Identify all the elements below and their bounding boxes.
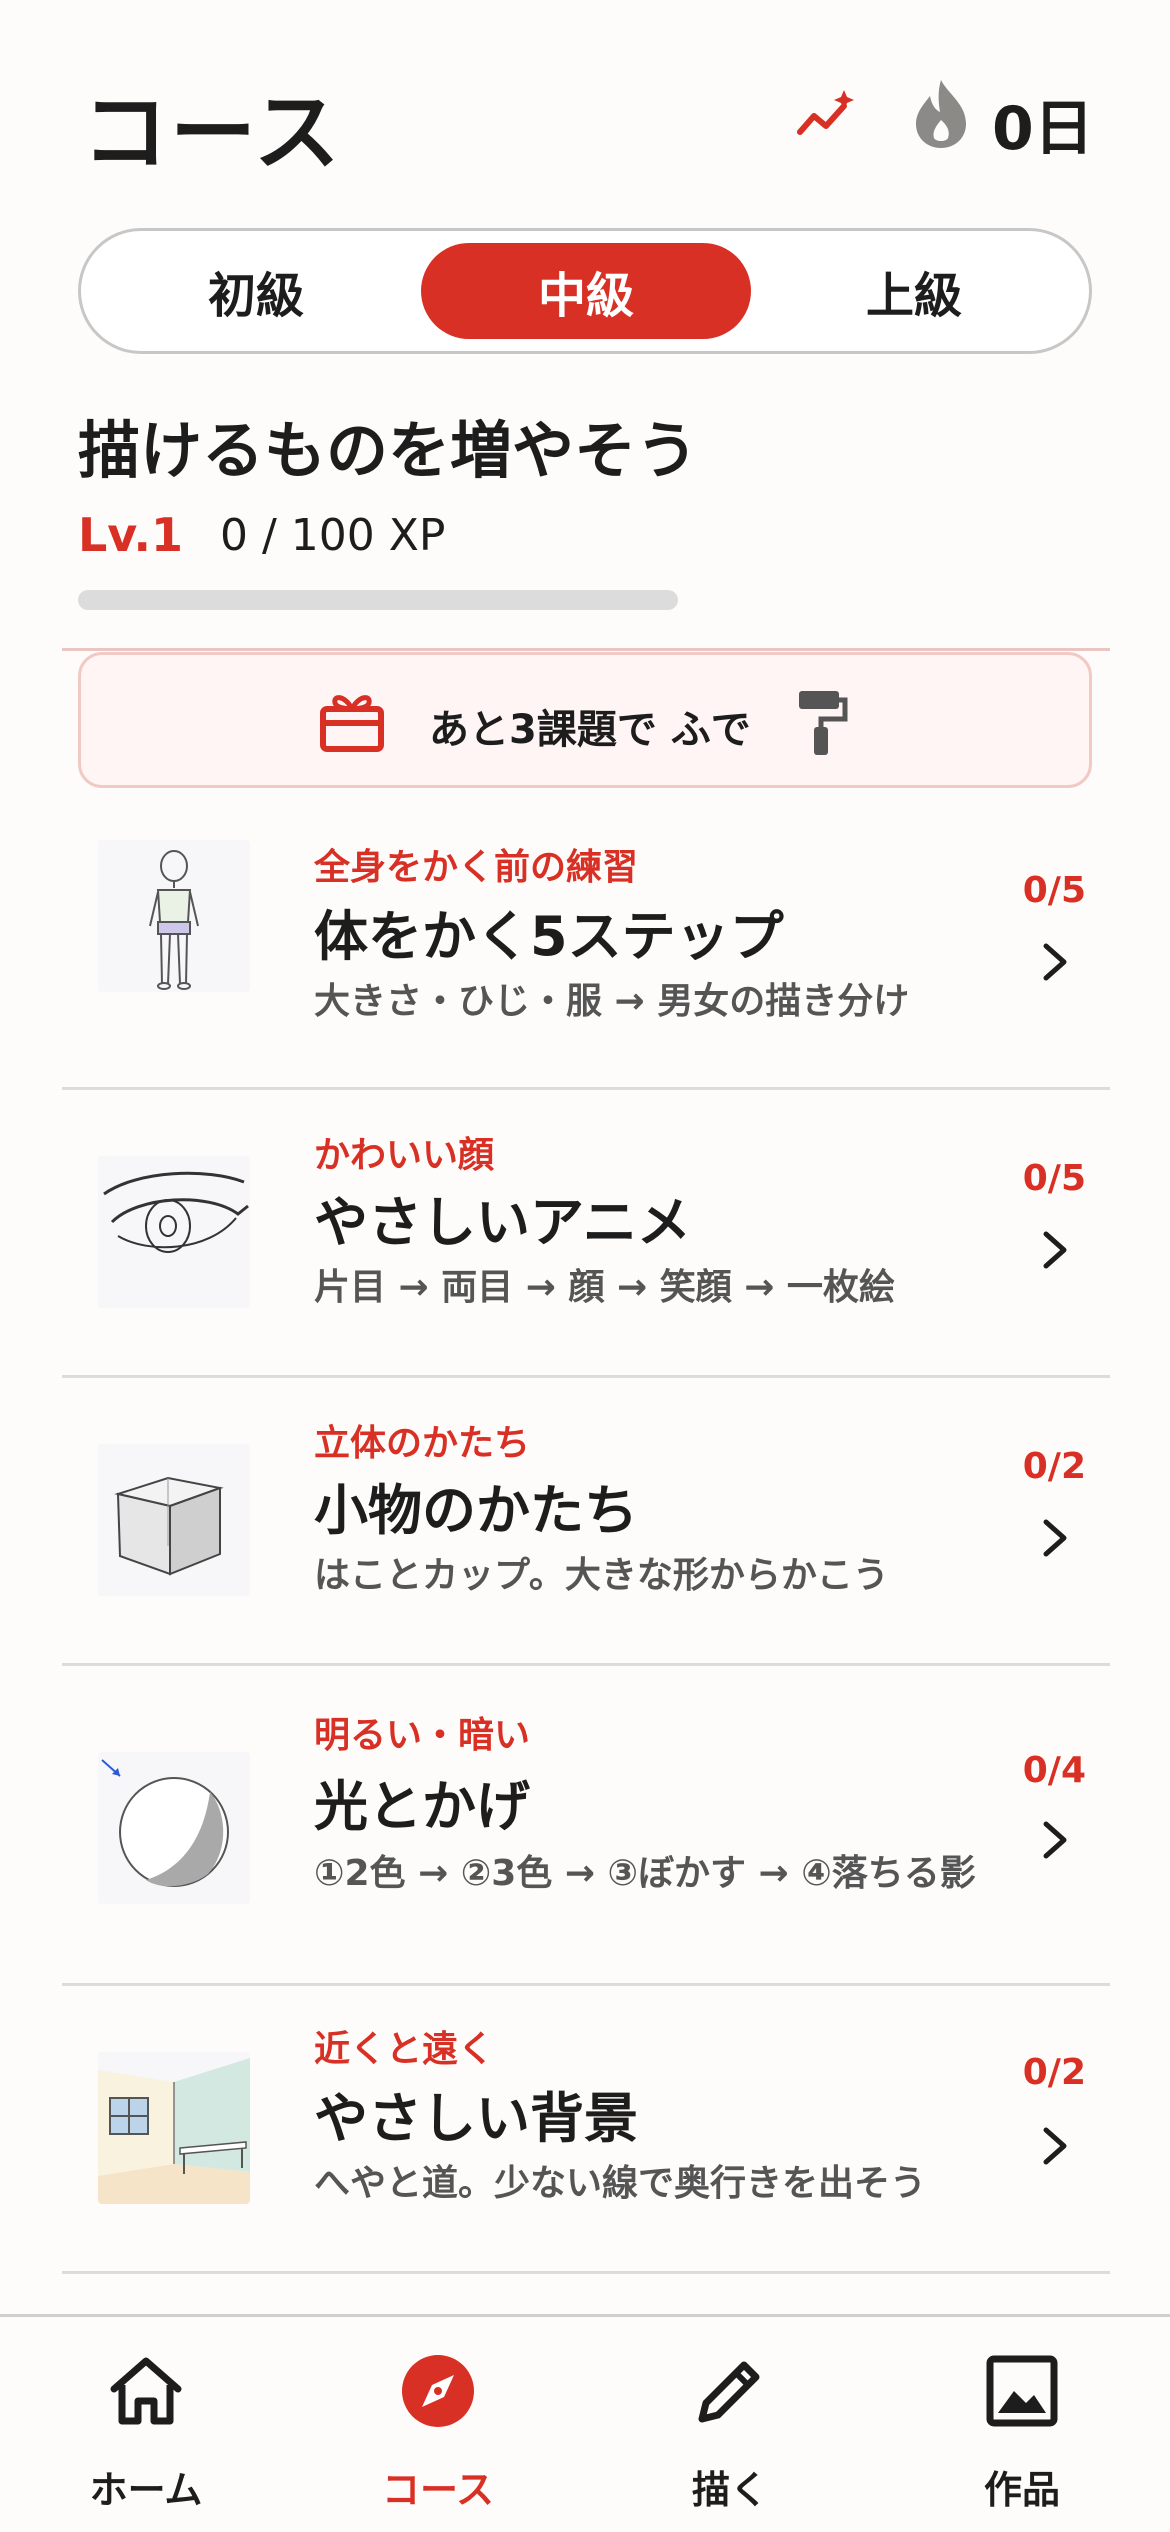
course-thumbnail xyxy=(98,1752,250,1904)
header: コース 0日 xyxy=(0,0,1170,220)
level-segmented-control: 初級 中級 上級 xyxy=(78,228,1092,354)
page-title: コース xyxy=(82,83,342,183)
bottom-nav: ホーム コース 描く 作品 xyxy=(0,2314,1170,2532)
gift-icon xyxy=(320,695,384,752)
nav-label: 作品 xyxy=(983,2468,1060,2512)
nav-courses[interactable]: コース xyxy=(292,2317,584,2532)
chevron-right-icon xyxy=(1043,1821,1067,1859)
anime-eye-icon xyxy=(98,1156,250,1308)
home-icon xyxy=(110,2357,182,2425)
gallery-icon xyxy=(986,2355,1058,2427)
course-item[interactable]: 全身をかく前の練習 体をかく5ステップ 大きさ・ひじ・服 → 男女の描き分け 0… xyxy=(62,800,1110,1090)
course-description: ①2色 → ②3色 → ③ぼかす → ④落ちる影 xyxy=(314,1853,976,1894)
pencil-icon xyxy=(698,2361,760,2423)
course-heading: 描けるものを増やそう xyxy=(78,414,699,487)
course-title: 光とかげ xyxy=(314,1775,530,1838)
course-progress: 0/5 xyxy=(1022,1158,1086,1199)
course-title: 体をかく5ステップ xyxy=(314,905,784,968)
course-progress: 0/4 xyxy=(1022,1750,1086,1791)
course-thumbnail xyxy=(98,1444,250,1596)
course-category: かわいい顔 xyxy=(314,1135,495,1176)
course-item[interactable]: 近くと遠く やさしい背景 へやと道。少ない線で奥行きを出そう 0/2 xyxy=(62,1986,1110,2274)
course-item[interactable]: かわいい顔 やさしいアニメ 片目 → 両目 → 顔 → 笑顔 → 一枚絵 0/5 xyxy=(62,1090,1110,1378)
chevron-right-icon xyxy=(1043,943,1067,981)
course-progress: 0/2 xyxy=(1022,2052,1086,2093)
course-description: へやと道。少ない線で奥行きを出そう xyxy=(314,2163,927,2204)
tab-beginner[interactable]: 初級 xyxy=(91,243,421,339)
chevron-right-icon xyxy=(1043,1519,1067,1557)
course-thumbnail xyxy=(98,1156,250,1308)
course-item[interactable]: 立体のかたち 小物のかたち はことカップ。大きな形からかこう 0/2 xyxy=(62,1378,1110,1666)
streak-counter: 0日 xyxy=(992,94,1094,164)
trend-sparkle-icon[interactable] xyxy=(796,88,856,140)
course-thumbnail xyxy=(98,2052,250,2204)
course-description: 大きさ・ひじ・服 → 男女の描き分け xyxy=(314,981,910,1022)
course-thumbnail xyxy=(98,840,250,992)
course-list: 全身をかく前の練習 体をかく5ステップ 大きさ・ひじ・服 → 男女の描き分け 0… xyxy=(62,800,1110,2274)
body-figure-icon xyxy=(98,840,250,992)
room-perspective-icon xyxy=(98,2052,250,2204)
compass-icon xyxy=(402,2355,474,2427)
nav-draw[interactable]: 描く xyxy=(584,2317,876,2532)
tab-intermediate[interactable]: 中級 xyxy=(421,243,751,339)
course-title: やさしいアニメ xyxy=(314,1191,691,1254)
course-description: 片目 → 両目 → 顔 → 笑顔 → 一枚絵 xyxy=(314,1267,895,1308)
course-category: 近くと遠く xyxy=(314,2029,495,2070)
paint-roller-icon xyxy=(799,691,848,755)
course-title: やさしい背景 xyxy=(314,2087,638,2150)
reward-banner[interactable]: あと3課題で ふで xyxy=(78,652,1092,788)
course-title: 小物のかたち xyxy=(314,1479,638,1542)
course-progress: 0/5 xyxy=(1022,870,1086,911)
course-progress: 0/2 xyxy=(1022,1446,1086,1487)
chevron-right-icon xyxy=(1043,2127,1067,2165)
course-description: はことカップ。大きな形からかこう xyxy=(314,1555,889,1596)
nav-label: コース xyxy=(381,2468,495,2512)
divider xyxy=(62,648,1110,651)
chevron-right-icon xyxy=(1043,1231,1067,1269)
nav-label: 描く xyxy=(691,2468,768,2512)
nav-label: ホーム xyxy=(89,2468,203,2512)
xp-text: 0 / 100 XP xyxy=(220,510,446,561)
flame-icon xyxy=(916,80,966,148)
course-item[interactable]: 明るい・暗い 光とかげ ①2色 → ②3色 → ③ぼかす → ④落ちる影 0/4 xyxy=(62,1666,1110,1986)
course-category: 立体のかたち xyxy=(314,1423,531,1464)
shaded-sphere-icon xyxy=(98,1752,250,1904)
tab-advanced[interactable]: 上級 xyxy=(749,243,1079,339)
level-label: Lv.1 xyxy=(78,508,184,562)
xp-progress-bar xyxy=(78,590,678,610)
reward-text: あと3課題で ふで xyxy=(429,707,751,753)
nav-home[interactable]: ホーム xyxy=(0,2317,292,2532)
course-category: 明るい・暗い xyxy=(314,1715,531,1756)
cube-icon xyxy=(98,1444,250,1596)
nav-gallery[interactable]: 作品 xyxy=(876,2317,1168,2532)
course-category: 全身をかく前の練習 xyxy=(314,847,639,888)
